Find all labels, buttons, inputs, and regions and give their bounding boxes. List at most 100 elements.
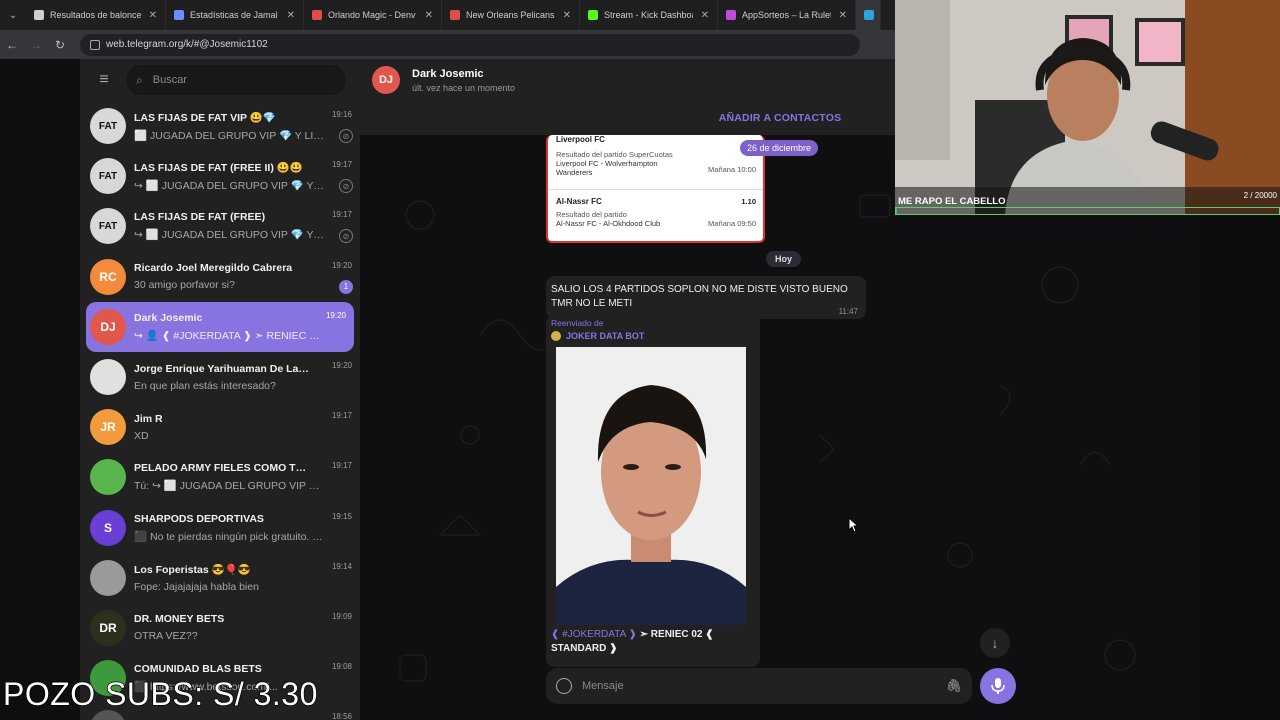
forward-source[interactable]: JOKER DATA BOT xyxy=(546,328,760,341)
hashtag-link[interactable]: ❰ #JOKERDATA ❱ xyxy=(551,629,637,640)
search-placeholder: Buscar xyxy=(152,74,187,86)
search-icon: ⌕ xyxy=(136,72,143,87)
chat-messages-area[interactable]: Liverpool FC Resultado del partido Super… xyxy=(360,135,1200,720)
forwarded-message[interactable]: Reenviado de JOKER DATA BOT ❰ #JOKERDATA… xyxy=(546,315,760,667)
attach-icon[interactable]: 🖇 xyxy=(945,678,962,694)
chat-name: LAS FIJAS DE FAT (FREE) xyxy=(134,211,266,224)
reload-icon[interactable]: ↻ xyxy=(48,38,72,52)
contact-name: Dark Josemic xyxy=(412,67,484,80)
chat-preview: OTRA VEZ?? xyxy=(134,630,198,643)
match-2: Al-Nassr FC 1.10 Resultado del partido A… xyxy=(556,197,756,228)
tab-label: AppSorteos – La Ruleta d xyxy=(742,10,831,20)
site-info-icon[interactable] xyxy=(90,39,100,50)
chat-avatar xyxy=(90,559,126,596)
match-2-label: Resultado del partido xyxy=(556,210,627,219)
tab-label: New Orleans Pelicans - Pl xyxy=(466,10,555,20)
chat-text: DR. MONEY BETS OTRA VEZ?? xyxy=(134,613,344,642)
contact-avatar[interactable]: DJ xyxy=(372,66,400,94)
message-composer[interactable]: Mensaje 🖇 xyxy=(546,668,972,704)
voice-record-button[interactable] xyxy=(980,668,1016,704)
menu-icon[interactable]: ≡ xyxy=(90,71,118,89)
pozo-subs-overlay: POZO SUBS: S/ 3.30 xyxy=(2,675,318,713)
tab-favicon-icon xyxy=(174,10,184,20)
url-field[interactable]: web.telegram.org/k/#@Josemic1102 xyxy=(80,33,860,56)
add-contact-button[interactable]: AÑADIR A CONTACTOS xyxy=(719,112,842,124)
match-2-odds: 1.10 xyxy=(741,197,756,206)
chat-name: Dark Josemic xyxy=(134,311,203,324)
browser-tab[interactable]: Orlando Magic - Denv ✕ xyxy=(304,0,442,30)
scroll-down-button[interactable]: ↓ xyxy=(980,628,1010,658)
sub-goal-progress xyxy=(895,207,1280,215)
close-tab-icon[interactable]: ✕ xyxy=(839,10,847,21)
match-screenshot-image[interactable]: Liverpool FC Resultado del partido Super… xyxy=(546,135,765,243)
chat-list-item[interactable]: RC Ricardo Joel Meregildo Cabrera 30 amigo… xyxy=(80,252,360,302)
emoji-icon[interactable] xyxy=(556,678,572,694)
browser-tab[interactable]: New Orleans Pelicans - Pl ✕ xyxy=(442,0,580,30)
chat-list-item[interactable]: FAT LAS FIJAS DE FAT VIP 😃💎 ⬜ JUGADA DEL G… xyxy=(80,101,360,151)
chat-list-item[interactable]: PELADO ARMY FIELES COMO TU ... Tú: ↪ ⬜ JU… xyxy=(80,452,360,502)
tab-label: Resultados de baloncesto xyxy=(50,10,141,20)
browser-tab[interactable]: Resultados de baloncesto ✕ xyxy=(26,0,166,30)
chat-list-item[interactable]: Los Foperistas 😎🎈😎 Fope: Jajajajaja habla… xyxy=(80,553,360,603)
tab-favicon-icon xyxy=(864,10,874,20)
chat-list-item[interactable]: S SHARPODS DEPORTIVAS ⬛ No te pierdas ning… xyxy=(80,503,360,553)
chat-text: Jim R XD xyxy=(134,413,344,442)
chat-list-item[interactable]: DR DR. MONEY BETS OTRA VEZ?? 19:09 xyxy=(80,603,360,653)
url-text: web.telegram.org/k/#@Josemic1102 xyxy=(106,39,268,50)
message-time: 11:47 xyxy=(838,307,858,316)
tab-label: Stream - Kick Dashboard xyxy=(604,10,693,20)
message-input[interactable]: Mensaje xyxy=(582,680,945,692)
webcam-overlay xyxy=(895,0,1280,215)
chat-time: 19:17 xyxy=(331,210,352,220)
tab-favicon-icon xyxy=(34,10,44,20)
close-tab-icon[interactable]: ✕ xyxy=(425,10,433,21)
close-tab-icon[interactable]: ✕ xyxy=(287,10,295,21)
close-tab-icon[interactable]: ✕ xyxy=(149,10,157,21)
sub-goal-count: 2 / 20000 xyxy=(1243,191,1277,200)
forward-label: Reenviado de xyxy=(551,318,604,328)
back-icon[interactable]: ← xyxy=(0,38,24,52)
chat-time: 18:56 xyxy=(331,712,352,720)
chat-list: FAT LAS FIJAS DE FAT VIP 😃💎 ⬜ JUGADA DEL G… xyxy=(80,101,360,720)
tab-search-chevron-icon[interactable]: ⌄ xyxy=(0,0,26,30)
chat-time: 19:08 xyxy=(331,662,352,672)
portrait-photo[interactable] xyxy=(556,347,746,625)
close-tab-icon[interactable]: ✕ xyxy=(701,10,709,21)
browser-tab[interactable]: Stream - Kick Dashboard ✕ xyxy=(580,0,718,30)
browser-tab[interactable]: AppSorteos – La Ruleta d ✕ xyxy=(718,0,856,30)
incoming-message[interactable]: SALIO LOS 4 PARTIDOS SOPLON NO ME DISTE … xyxy=(546,276,866,319)
day-separator: Hoy xyxy=(766,251,802,267)
sub-goal-bar: ME RAPO EL CABELLO 2 / 20000 xyxy=(895,187,1280,215)
chat-time: 19:15 xyxy=(331,511,352,521)
chat-list-item[interactable]: DJ Dark Josemic ↪ 👤 ❰ #JOKERDATA ❱ ➣ RENIE… xyxy=(86,301,354,352)
chat-preview: ↪ ⬜ JUGADA DEL GRUPO VIP 💎 Y LI... xyxy=(134,179,324,192)
chat-avatar: FAT xyxy=(90,208,126,245)
chat-name: DR. MONEY BETS xyxy=(134,613,225,626)
chat-avatar: JR xyxy=(90,409,126,446)
chat-list-item[interactable]: Jorge Enrique Yarihuaman De La C... En qu… xyxy=(80,352,360,402)
chat-time: 19:20 xyxy=(331,260,352,270)
chat-list-item[interactable]: FAT LAS FIJAS DE FAT (FREE II) 😃😃 ↪ ⬜ JUGA… xyxy=(80,151,360,201)
chat-name: Los Foperistas 😎🎈😎 xyxy=(134,563,251,576)
webcam-feed xyxy=(895,0,1280,215)
chat-name: COMUNIDAD BLAS BETS xyxy=(134,663,262,676)
match-1-time: Mañana 10:00 xyxy=(708,165,756,174)
chat-list-item[interactable]: JR Jim R XD 19:17 xyxy=(80,402,360,452)
arrow-down-icon: ↓ xyxy=(991,635,999,651)
close-tab-icon[interactable]: ✕ xyxy=(563,10,571,21)
browser-tab[interactable]: Estadísticas de Jamal Mur ✕ xyxy=(166,0,304,30)
bot-avatar-icon xyxy=(551,331,561,341)
tab-label: Orlando Magic - Denv xyxy=(328,10,416,20)
chat-time: 19:17 xyxy=(331,160,352,170)
chat-name: LAS FIJAS DE FAT VIP 😃💎 xyxy=(134,111,276,124)
chat-time: 19:20 xyxy=(325,310,346,320)
search-input[interactable]: ⌕ Buscar xyxy=(126,65,346,95)
browser-tab[interactable]: Teleg xyxy=(856,0,881,30)
chat-header[interactable]: DJ Dark Josemic últ. vez hace un momento xyxy=(360,59,895,101)
forward-icon[interactable]: → xyxy=(24,38,48,52)
chat-avatar xyxy=(90,459,126,496)
tab-favicon-icon xyxy=(312,10,322,20)
microphone-icon xyxy=(991,678,1005,694)
chat-time: 19:17 xyxy=(331,411,352,421)
chat-list-item[interactable]: FAT LAS FIJAS DE FAT (FREE) ↪ ⬜ JUGADA DEL… xyxy=(80,201,360,251)
